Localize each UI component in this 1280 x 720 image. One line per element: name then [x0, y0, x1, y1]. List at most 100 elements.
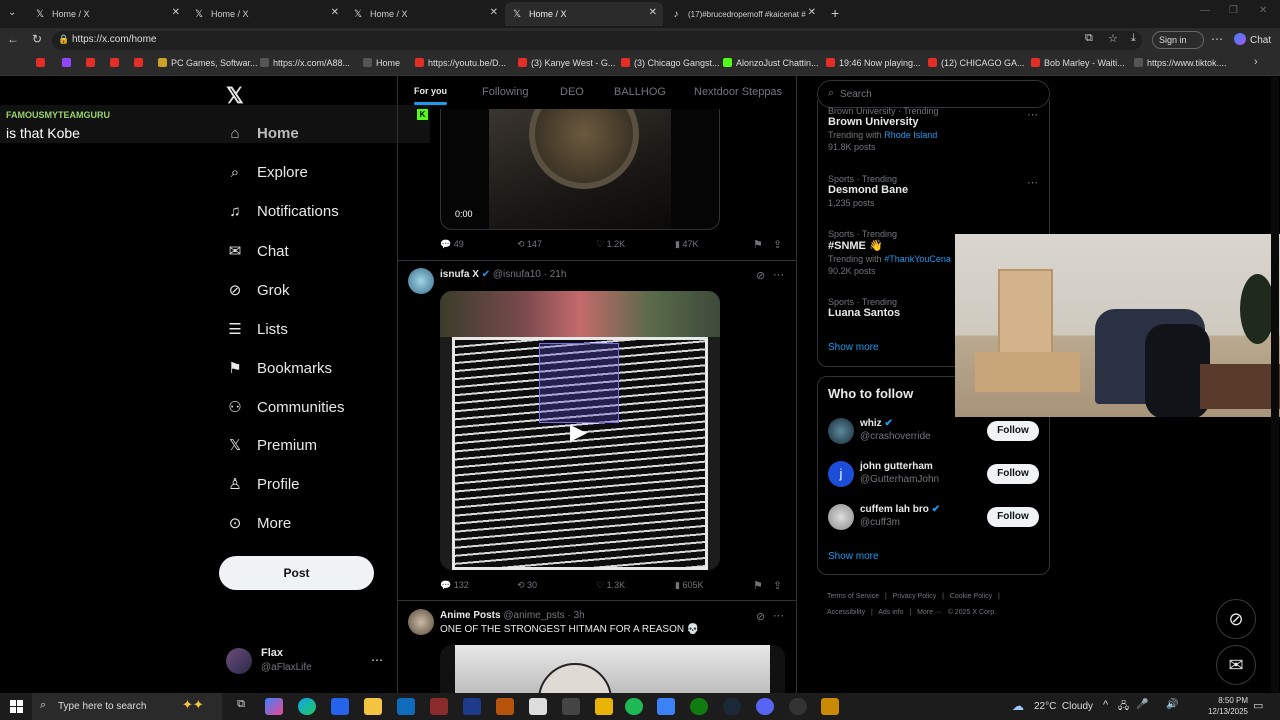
tab-ballhog[interactable]: BALLHOG: [614, 86, 666, 98]
copilot-icon[interactable]: [265, 698, 283, 715]
close-icon[interactable]: ✕: [172, 7, 180, 18]
sidebar-item-notifications[interactable]: ♫ Notifications: [225, 203, 338, 220]
task-view-icon[interactable]: ⧉: [232, 698, 250, 715]
tab-for-you[interactable]: For you: [414, 86, 447, 105]
repost-count[interactable]: ⟲ 30: [517, 580, 537, 591]
refresh-icon[interactable]: ↻: [32, 32, 42, 46]
bookmark-item[interactable]: https://x.com/A88...: [260, 58, 350, 68]
avatar[interactable]: [828, 418, 854, 444]
post-author[interactable]: Anime Posts @anime_psts · 3h: [440, 610, 585, 621]
sidebar-item-chat[interactable]: ✉ Chat: [225, 242, 289, 261]
browser-tab[interactable]: ♪ (17)#brucedropemoff #kaicenat # ✕: [664, 2, 822, 26]
app-icon[interactable]: [789, 698, 807, 715]
bookmark-item[interactable]: 19:46 Now playing...: [826, 58, 921, 68]
site-info-icon[interactable]: 🔒: [58, 34, 69, 45]
follow-suggestion[interactable]: cuffem lah bro ✔ @cuff3m: [860, 504, 940, 528]
avatar[interactable]: j: [828, 461, 854, 487]
sidebar-item-home[interactable]: ⌂ Home: [225, 125, 298, 142]
downloads-icon[interactable]: ⤓: [1131, 32, 1136, 45]
outlook-icon[interactable]: [397, 698, 415, 715]
browser-tab-active[interactable]: 𝕏 Home / X ✕: [505, 2, 663, 26]
post-author[interactable]: isnufa X ✔ @isnufa10 · 21h: [440, 269, 566, 280]
account-switcher[interactable]: Flax @aFlaxLife ⋯: [226, 645, 386, 677]
reply-count[interactable]: 💬 49: [440, 239, 464, 250]
more-dots-icon[interactable]: ⋯: [371, 653, 383, 667]
like-count[interactable]: ♡ 1.3K: [596, 580, 625, 591]
bookmark-item[interactable]: [134, 58, 147, 68]
menu-icon[interactable]: ⋯: [1211, 32, 1223, 46]
browser-tab[interactable]: 𝕏 Home / X ✕: [187, 2, 345, 26]
new-tab-icon[interactable]: +: [831, 5, 839, 21]
avatar[interactable]: [408, 268, 434, 294]
edge-icon[interactable]: [298, 698, 316, 715]
bookmark-item[interactable]: AlonzoJust Chattin...: [723, 58, 819, 68]
reply-count[interactable]: 💬 132: [440, 580, 469, 591]
sidebar-item-premium[interactable]: 𝕏 Premium: [225, 436, 317, 455]
share-icon[interactable]: ⇪: [773, 238, 782, 251]
footer-link[interactable]: Accessibility: [827, 609, 865, 616]
windows-start-icon[interactable]: [10, 700, 23, 713]
bookmark-item[interactable]: [86, 58, 99, 68]
view-count[interactable]: ▮ 47K: [675, 239, 698, 250]
browser-tab[interactable]: 𝕏 Home / X ✕: [346, 2, 504, 26]
trend-item[interactable]: Sports · Trending Luana Santos: [828, 297, 900, 319]
window-close-icon[interactable]: ✕: [1259, 5, 1267, 16]
more-dots-icon[interactable]: ⋯: [773, 609, 784, 622]
post-image[interactable]: [440, 645, 785, 695]
more-dots-icon[interactable]: ⋯: [1027, 176, 1038, 189]
follow-button[interactable]: Follow: [987, 421, 1039, 441]
bookmark-icon[interactable]: ⚑: [753, 238, 763, 251]
mic-icon[interactable]: 🎤: [1136, 699, 1148, 710]
app-icon[interactable]: [595, 698, 613, 715]
play-icon[interactable]: ▶: [570, 419, 587, 445]
bookmark-icon[interactable]: ⚑: [753, 579, 763, 592]
follow-button[interactable]: Follow: [987, 464, 1039, 484]
close-icon[interactable]: ✕: [490, 7, 498, 18]
chevron-right-icon[interactable]: ›: [1254, 56, 1258, 68]
discord-icon[interactable]: [756, 698, 774, 715]
sidebar-item-more[interactable]: ⊙ More: [225, 514, 291, 533]
share-icon[interactable]: ⇪: [773, 579, 782, 592]
minimize-icon[interactable]: —: [1200, 5, 1210, 16]
footer-link[interactable]: More ···: [917, 609, 942, 616]
bookmark-item[interactable]: https://www.tiktok....: [1134, 58, 1227, 68]
app-icon[interactable]: [463, 698, 481, 715]
footer-link[interactable]: Cookie Policy: [950, 593, 992, 600]
app-icon[interactable]: [529, 698, 547, 715]
trend-link[interactable]: #ThankYouCena: [884, 254, 951, 264]
show-more-link[interactable]: Show more: [828, 342, 879, 353]
tab-actions-icon[interactable]: ⌄: [8, 7, 16, 18]
weather-widget[interactable]: 22°C Cloudy: [1034, 701, 1093, 712]
bookmark-item[interactable]: [62, 58, 75, 68]
follow-suggestion[interactable]: whiz ✔ @crashoverride: [860, 418, 931, 442]
tab-nextdoor-steppas[interactable]: Nextdoor Steppas: [694, 86, 782, 98]
like-count[interactable]: ♡ 1.2K: [596, 239, 625, 250]
sidebar-item-grok[interactable]: ⊘ Grok: [225, 281, 290, 300]
follow-suggestion[interactable]: john gutterham @GutterhamJohn: [860, 461, 939, 485]
more-dots-icon[interactable]: ⋯: [1027, 108, 1038, 121]
network-icon[interactable]: 🖧: [1118, 699, 1129, 716]
sign-in-button[interactable]: Sign in: [1152, 31, 1204, 49]
app-icon[interactable]: [821, 698, 839, 715]
explorer-icon[interactable]: [364, 698, 382, 715]
trend-item[interactable]: Brown University · Trending Brown Univer…: [828, 106, 939, 152]
back-icon[interactable]: ←: [7, 32, 19, 46]
bookmark-item[interactable]: (3) Chicago Gangst...: [621, 58, 720, 68]
app-icon[interactable]: [562, 698, 580, 715]
app-icon[interactable]: [496, 698, 514, 715]
avatar[interactable]: [828, 504, 854, 530]
bookmark-item[interactable]: [110, 58, 123, 68]
footer-link[interactable]: Terms of Service: [827, 593, 879, 600]
extensions-icon[interactable]: ⧉: [1085, 32, 1093, 45]
trend-link[interactable]: Rhode Island: [884, 130, 937, 140]
footer-link[interactable]: Privacy Policy: [893, 593, 937, 600]
browser-tab[interactable]: 𝕏 Home / X ✕: [28, 2, 186, 26]
bookmark-item[interactable]: Home: [363, 58, 400, 68]
spotify-icon[interactable]: [625, 698, 643, 715]
sidebar-item-profile[interactable]: ♙ Profile: [225, 475, 299, 494]
close-icon[interactable]: ✕: [649, 7, 657, 18]
notifications-icon[interactable]: ▭: [1253, 699, 1263, 712]
repost-count[interactable]: ⟲ 147: [517, 239, 542, 250]
tab-following[interactable]: Following: [482, 86, 528, 98]
close-icon[interactable]: ✕: [808, 7, 816, 18]
